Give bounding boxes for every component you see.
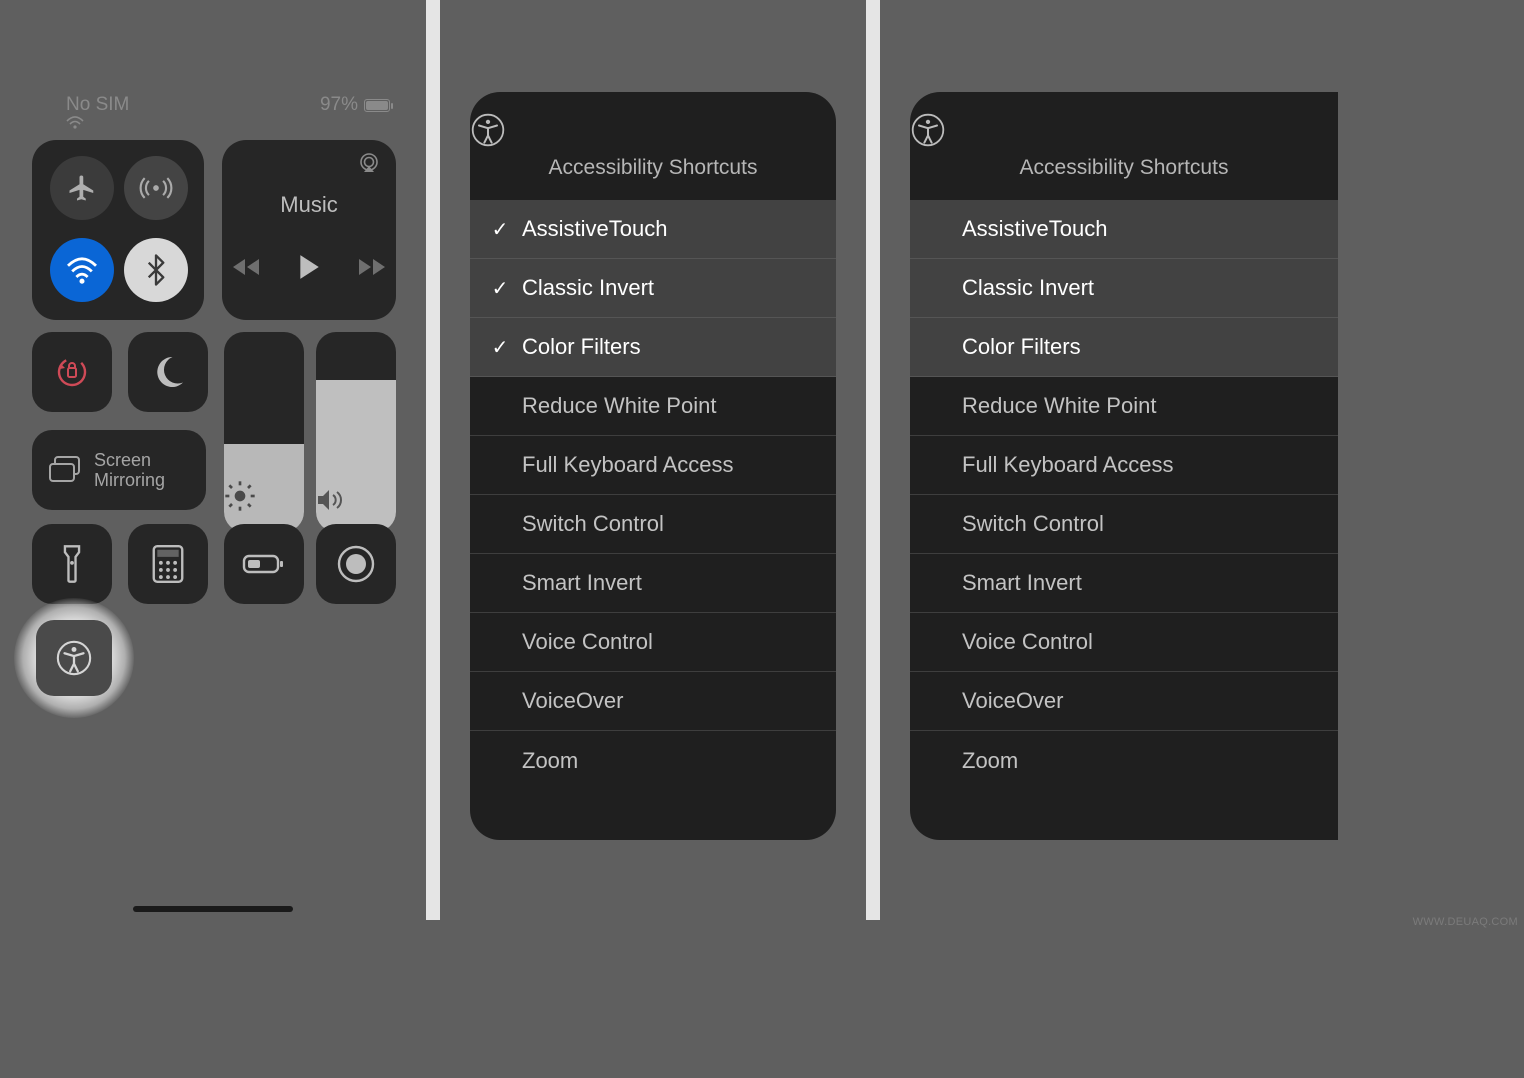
list-item[interactable]: Smart Invert	[910, 554, 1338, 613]
accessibility-sheet-checked-screenshot: Accessibility Shortcuts ✓AssistiveTouch …	[440, 0, 866, 920]
volume-icon	[316, 488, 396, 512]
bluetooth-toggle[interactable]	[124, 238, 188, 302]
wifi-toggle[interactable]	[50, 238, 114, 302]
sheet-title: Accessibility Shortcuts	[910, 156, 1338, 180]
list-item[interactable]: Smart Invert	[470, 554, 836, 613]
battery-pct: 97%	[320, 94, 358, 116]
brightness-icon	[224, 480, 304, 512]
shortcuts-list: AssistiveTouch Classic Invert Color Filt…	[910, 200, 1338, 790]
accessibility-shortcuts-sheet: Accessibility Shortcuts ✓AssistiveTouch …	[470, 92, 836, 840]
battery-status: 97%	[320, 94, 390, 116]
battery-icon	[364, 99, 390, 112]
list-item[interactable]: Reduce White Point	[470, 377, 836, 436]
list-item[interactable]: VoiceOver	[470, 672, 836, 731]
calculator-button[interactable]	[128, 524, 208, 604]
accessibility-shortcut-button[interactable]	[36, 620, 112, 696]
screenshot-divider	[426, 0, 440, 920]
screen-mirroring-label: Screen Mirroring	[94, 450, 165, 490]
accessibility-icon	[470, 112, 836, 148]
control-center-screenshot: No SIM 97% Music	[0, 0, 426, 920]
cellular-data-toggle[interactable]	[124, 156, 188, 220]
rotation-lock-button[interactable]	[32, 332, 112, 412]
accessibility-shortcuts-sheet: Accessibility Shortcuts AssistiveTouch C…	[910, 92, 1338, 840]
home-indicator[interactable]	[133, 906, 293, 912]
connectivity-module[interactable]	[32, 140, 204, 320]
list-item[interactable]: Full Keyboard Access	[470, 436, 836, 495]
prev-track-button[interactable]	[233, 257, 261, 277]
list-item[interactable]: Switch Control	[910, 495, 1338, 554]
list-item[interactable]: AssistiveTouch	[910, 200, 1338, 259]
brightness-slider[interactable]	[224, 332, 304, 532]
music-module[interactable]: Music	[222, 140, 396, 320]
status-bar: No SIM 97%	[0, 94, 426, 120]
list-item[interactable]: Voice Control	[910, 613, 1338, 672]
music-title: Music	[222, 192, 396, 218]
watermark: WWW.DEUAQ.COM	[1413, 916, 1518, 928]
list-item[interactable]: Switch Control	[470, 495, 836, 554]
list-item[interactable]: Classic Invert	[910, 259, 1338, 318]
screenshot-divider	[866, 0, 880, 920]
do-not-disturb-button[interactable]	[128, 332, 208, 412]
list-item[interactable]: ✓AssistiveTouch	[470, 200, 836, 259]
airplay-icon[interactable]	[356, 152, 382, 174]
flashlight-button[interactable]	[32, 524, 112, 604]
wifi-status-icon	[66, 116, 135, 130]
shortcuts-list: ✓AssistiveTouch ✓Classic Invert ✓Color F…	[470, 200, 836, 790]
accessibility-icon	[910, 112, 1338, 148]
screen-mirroring-icon	[48, 456, 82, 484]
checkmark-icon: ✓	[488, 335, 512, 360]
accessibility-shortcut-highlight	[14, 598, 134, 718]
low-power-mode-button[interactable]	[224, 524, 304, 604]
next-track-button[interactable]	[357, 257, 385, 277]
screen-mirroring-button[interactable]: Screen Mirroring	[32, 430, 206, 510]
list-item[interactable]: Full Keyboard Access	[910, 436, 1338, 495]
list-item[interactable]: Reduce White Point	[910, 377, 1338, 436]
volume-slider[interactable]	[316, 332, 396, 532]
sim-text: No SIM	[66, 94, 129, 115]
accessibility-sheet-unchecked-screenshot: Accessibility Shortcuts AssistiveTouch C…	[880, 0, 1306, 920]
media-controls	[222, 254, 396, 280]
list-item[interactable]: Voice Control	[470, 613, 836, 672]
list-item[interactable]: ✓Color Filters	[470, 318, 836, 377]
list-item[interactable]: Zoom	[910, 731, 1338, 790]
sim-status: No SIM	[66, 94, 135, 130]
sheet-title: Accessibility Shortcuts	[470, 156, 836, 180]
checkmark-icon: ✓	[488, 217, 512, 242]
list-item[interactable]: VoiceOver	[910, 672, 1338, 731]
airplane-mode-toggle[interactable]	[50, 156, 114, 220]
checkmark-icon: ✓	[488, 276, 512, 301]
list-item[interactable]: Zoom	[470, 731, 836, 790]
screen-record-button[interactable]	[316, 524, 396, 604]
list-item[interactable]: ✓Classic Invert	[470, 259, 836, 318]
play-button[interactable]	[297, 254, 321, 280]
list-item[interactable]: Color Filters	[910, 318, 1338, 377]
